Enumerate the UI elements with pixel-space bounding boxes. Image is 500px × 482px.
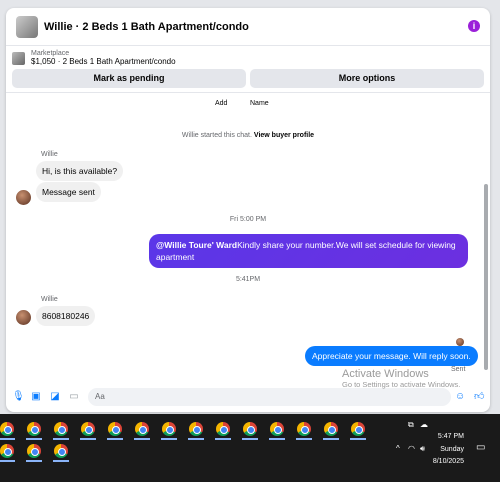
chrome-taskbar-icon[interactable] (216, 422, 230, 436)
taskbar-active-indicator (26, 438, 42, 440)
wifi-icon[interactable]: ◠ (408, 444, 415, 453)
info-icon[interactable]: i (468, 20, 480, 32)
taskbar-active-indicator (134, 438, 150, 440)
chrome-taskbar-icon[interactable] (324, 422, 338, 436)
timestamp: 5:41PM (235, 276, 261, 283)
scrollbar[interactable] (484, 100, 488, 370)
name-label: Name (250, 100, 269, 107)
clock-date[interactable]: 8/10/2025 (426, 458, 464, 465)
listing-panel: Marketplace $1,050 · 2 Beds 1 Bath Apart… (6, 46, 490, 93)
taskbar-active-indicator (350, 438, 366, 440)
tray-app-icon[interactable]: ⧉ (408, 420, 414, 430)
chrome-taskbar-icon[interactable] (297, 422, 311, 436)
volume-icon[interactable]: 🔊︎ (420, 444, 425, 454)
microphone-icon[interactable]: 🎙︎ (12, 392, 25, 402)
taskbar-active-indicator (26, 460, 42, 462)
clock-day[interactable]: Sunday (434, 446, 464, 453)
outgoing-message[interactable]: Appreciate your message. Will reply soon… (305, 346, 478, 366)
taskbar-active-indicator (0, 438, 15, 440)
taskbar-active-indicator (161, 438, 177, 440)
listing-thumbnail[interactable] (12, 51, 25, 65)
sender-name: Willie (41, 296, 58, 303)
taskbar-active-indicator (53, 460, 69, 462)
system-message: Willie started this chat. View buyer pro… (181, 132, 315, 139)
taskbar-active-indicator (296, 438, 312, 440)
chrome-taskbar-icon[interactable] (108, 422, 122, 436)
view-buyer-profile-link[interactable]: View buyer profile (254, 132, 314, 139)
taskbar-active-indicator (242, 438, 258, 440)
chrome-taskbar-icon[interactable] (0, 422, 14, 436)
buyer-avatar[interactable] (16, 310, 31, 325)
chrome-taskbar-icon[interactable] (27, 444, 41, 458)
clock-time[interactable]: 5:47 PM (434, 433, 464, 440)
chrome-taskbar-icon[interactable] (135, 422, 149, 436)
listing-description[interactable]: $1,050 · 2 Beds 1 Bath Apartment/condo (31, 57, 176, 66)
taskbar-active-indicator (80, 438, 96, 440)
chrome-taskbar-icon[interactable] (189, 422, 203, 436)
taskbar-active-indicator (0, 460, 15, 462)
mention[interactable]: @Willie Toure' Ward (156, 240, 237, 250)
chrome-taskbar-icon[interactable] (351, 422, 365, 436)
mark-as-pending-button[interactable]: Mark as pending (12, 69, 246, 88)
taskbar-active-indicator (107, 438, 123, 440)
photo-icon[interactable]: ▣ (31, 392, 41, 402)
chrome-taskbar-icon[interactable] (81, 422, 95, 436)
chrome-taskbar-icon[interactable] (243, 422, 257, 436)
notification-icon[interactable]: ▭ (476, 442, 485, 453)
taskbar: ⧉ ☁ ^ ◠ 🔊︎ 5:47 PM Sunday 8/10/2025 ▭ (0, 414, 500, 482)
scroll-thumb[interactable] (484, 184, 488, 370)
outgoing-message[interactable]: @Willie Toure' WardKindly share your num… (149, 234, 468, 268)
taskbar-active-indicator (269, 438, 285, 440)
buyer-avatar[interactable] (16, 190, 31, 205)
taskbar-active-indicator (53, 438, 69, 440)
incoming-message[interactable]: 8608180246 (36, 306, 96, 326)
sender-name: Willie (41, 151, 58, 158)
chrome-taskbar-icon[interactable] (54, 444, 68, 458)
chat-title[interactable]: Willie · 2 Beds 1 Bath Apartment/condo (44, 21, 249, 33)
emoji-icon[interactable]: ☺ (455, 392, 465, 402)
incoming-message[interactable]: Message sent (36, 182, 101, 202)
activate-windows-watermark: Activate Windows Go to Settings to activ… (342, 368, 461, 389)
timestamp: Fri 5:00 PM (229, 216, 267, 223)
chevron-up-icon[interactable]: ^ (396, 444, 400, 453)
chrome-taskbar-icon[interactable] (270, 422, 284, 436)
taskbar-active-indicator (188, 438, 204, 440)
add-label: Add (215, 100, 228, 107)
incoming-message[interactable]: Hi, is this available? (36, 161, 124, 181)
read-receipt-avatar (456, 338, 464, 346)
message-list: Add Name Willie started this chat. View … (6, 100, 490, 382)
chrome-taskbar-icon[interactable] (162, 422, 176, 436)
chat-window: Willie · 2 Beds 1 Bath Apartment/condo i… (6, 8, 490, 412)
chrome-taskbar-icon[interactable] (54, 422, 68, 436)
more-options-button[interactable]: More options (250, 69, 484, 88)
like-icon[interactable]: 👍︎ (474, 392, 484, 402)
listing-source: Marketplace (31, 50, 70, 57)
taskbar-active-indicator (323, 438, 339, 440)
gif-icon[interactable]: ▭ (69, 392, 79, 402)
sticker-icon[interactable]: ◪ (50, 392, 60, 402)
taskbar-active-indicator (215, 438, 231, 440)
tray-cloud-icon[interactable]: ☁ (420, 420, 428, 429)
chrome-taskbar-icon[interactable] (0, 444, 14, 458)
seller-avatar[interactable] (16, 15, 38, 38)
chat-header: Willie · 2 Beds 1 Bath Apartment/condo i (6, 8, 490, 46)
message-input[interactable]: Aa (88, 388, 451, 406)
chrome-taskbar-icon[interactable] (27, 422, 41, 436)
